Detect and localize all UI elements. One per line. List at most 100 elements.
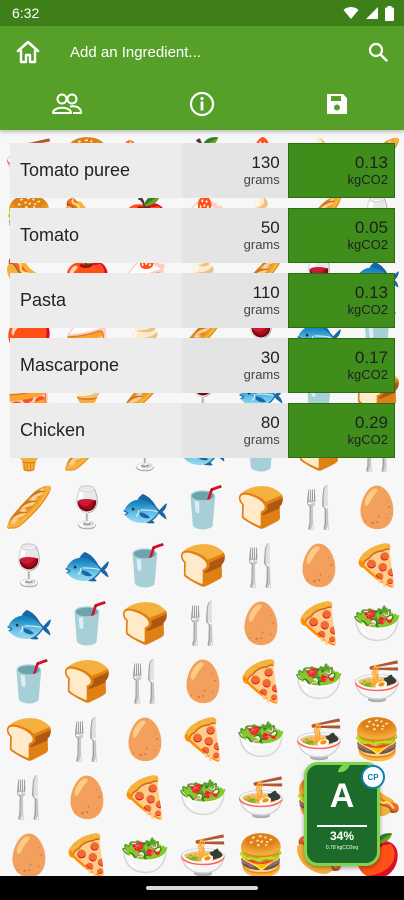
co2-value: 0.05 <box>354 217 388 237</box>
status-time: 6:32 <box>12 5 40 21</box>
co2-unit: kgCO2 <box>347 171 388 187</box>
food-pattern-icon: 🍷 <box>4 542 54 589</box>
food-pattern-icon: 🍞 <box>4 716 54 763</box>
ingredient-list: Tomato puree 130 grams 0.13 kgCO2 Tomato 50 gra… <box>10 143 395 468</box>
food-pattern-icon: 🥚 <box>294 542 344 589</box>
food-pattern-icon: 🥚 <box>236 600 286 647</box>
food-pattern-icon: 🐟 <box>62 542 112 589</box>
ingredient-amount[interactable]: 30 grams <box>182 338 288 393</box>
home-button[interactable] <box>0 26 56 78</box>
ingredient-row[interactable]: Tomato 50 grams 0.05 kgCO2 <box>10 208 395 263</box>
amount-unit: grams <box>243 236 280 252</box>
app-bar: Add an Ingredient... <box>0 26 404 78</box>
tab-save[interactable] <box>269 78 404 130</box>
food-pattern-icon: 🍔 <box>236 832 286 877</box>
food-pattern-icon: 🐟 <box>4 600 54 647</box>
amount-unit: grams <box>243 301 280 317</box>
co2-value: 0.29 <box>354 412 388 432</box>
food-pattern-icon: 🍜 <box>352 658 402 705</box>
ingredient-amount[interactable]: 110 grams <box>182 273 288 328</box>
tab-info[interactable] <box>135 78 270 130</box>
amount-unit: grams <box>243 366 280 382</box>
food-pattern-icon: 🥗 <box>352 600 402 647</box>
food-pattern-icon: 🍕 <box>120 774 170 821</box>
badge-divider <box>317 825 367 827</box>
amount-value: 30 <box>260 347 280 367</box>
tab-bar <box>0 78 404 130</box>
co2-unit: kgCO2 <box>347 366 388 382</box>
rating-grade: A <box>329 777 355 815</box>
food-pattern-icon: 🥚 <box>352 484 402 531</box>
food-pattern-icon: 🍔 <box>352 716 402 763</box>
ingredient-name: Tomato puree <box>10 143 183 198</box>
food-pattern-icon: 🥚 <box>178 658 228 705</box>
search-icon <box>368 42 388 62</box>
tab-people[interactable] <box>0 78 135 130</box>
food-pattern-icon: 🍷 <box>62 484 112 531</box>
food-pattern-icon: 🐟 <box>120 484 170 531</box>
food-pattern-icon: 🍴 <box>4 774 54 821</box>
save-icon <box>326 94 347 114</box>
info-icon <box>189 91 215 117</box>
ingredient-co2: 0.05 kgCO2 <box>287 208 395 263</box>
food-pattern-icon: 🥚 <box>62 774 112 821</box>
food-pattern-icon: 🥤 <box>62 600 112 647</box>
food-pattern-icon: 🍞 <box>236 484 286 531</box>
co2-unit: kgCO2 <box>347 301 388 317</box>
ingredient-name: Mascarpone <box>10 338 183 393</box>
ingredient-co2: 0.29 kgCO2 <box>287 403 395 458</box>
add-ingredient-search-field[interactable]: Add an Ingredient... <box>70 44 352 61</box>
food-pattern-icon: 🥖 <box>4 484 54 531</box>
ingredient-amount[interactable]: 50 grams <box>182 208 288 263</box>
food-pattern-icon: 🍞 <box>62 658 112 705</box>
signal-icon <box>366 7 378 19</box>
ingredient-row[interactable]: Pasta 110 grams 0.13 kgCO2 <box>10 273 395 328</box>
amount-value: 80 <box>260 412 280 432</box>
home-gesture-handle[interactable] <box>146 886 258 890</box>
food-pattern-icon: 🍴 <box>294 484 344 531</box>
food-pattern-icon: 🍴 <box>120 658 170 705</box>
food-pattern-icon: 🍕 <box>294 600 344 647</box>
food-pattern-icon: 🥤 <box>120 542 170 589</box>
rating-percent: 34% <box>329 829 355 843</box>
ingredient-row[interactable]: Tomato puree 130 grams 0.13 kgCO2 <box>10 143 395 198</box>
food-pattern-icon: 🥚 <box>4 832 54 877</box>
food-pattern-icon: 🍕 <box>178 716 228 763</box>
food-pattern-icon: 🍕 <box>236 658 286 705</box>
ingredient-row[interactable]: Mascarpone 30 grams 0.17 kgCO2 <box>10 338 395 393</box>
leaf-icon <box>338 763 350 773</box>
food-pattern-icon: 🍕 <box>352 542 402 589</box>
food-pattern-icon: 🥗 <box>236 716 286 763</box>
amount-unit: grams <box>243 171 280 187</box>
search-button[interactable] <box>352 26 404 78</box>
food-pattern-icon: 🍞 <box>178 542 228 589</box>
ingredient-row[interactable]: Chicken 80 grams 0.29 kgCO2 <box>10 403 395 458</box>
amount-value: 130 <box>251 152 280 172</box>
food-pattern-icon: 🍴 <box>178 600 228 647</box>
ingredient-amount[interactable]: 80 grams <box>182 403 288 458</box>
food-pattern-icon: 🍴 <box>236 542 286 589</box>
co2-value: 0.13 <box>354 152 388 172</box>
food-pattern-icon: 🍜 <box>294 716 344 763</box>
home-icon <box>16 40 40 64</box>
food-pattern-icon: 🍜 <box>178 832 228 877</box>
rating-total-co2: 0.78 kgCO2eq <box>325 845 359 851</box>
wifi-icon <box>343 7 359 20</box>
battery-icon <box>385 5 394 21</box>
co2-value: 0.17 <box>354 347 388 367</box>
food-pattern-icon: 🍜 <box>236 774 286 821</box>
co2-value: 0.13 <box>354 282 388 302</box>
food-pattern-icon: 🍕 <box>62 832 112 877</box>
status-bar: 6:32 <box>0 0 404 26</box>
food-pattern-icon: 🥗 <box>120 832 170 877</box>
ingredient-co2: 0.17 kgCO2 <box>287 338 395 393</box>
carbon-rating-badge[interactable]: CP A 34% 0.78 kgCO2eq <box>304 762 385 866</box>
ingredient-name: Chicken <box>10 403 183 458</box>
food-pattern-icon: 🥗 <box>178 774 228 821</box>
amount-value: 110 <box>252 282 280 302</box>
ingredient-co2: 0.13 kgCO2 <box>287 273 395 328</box>
food-pattern-icon: 🥤 <box>4 658 54 705</box>
food-pattern-icon: 🍞 <box>120 600 170 647</box>
ingredient-name: Pasta <box>10 273 183 328</box>
ingredient-amount[interactable]: 130 grams <box>182 143 288 198</box>
